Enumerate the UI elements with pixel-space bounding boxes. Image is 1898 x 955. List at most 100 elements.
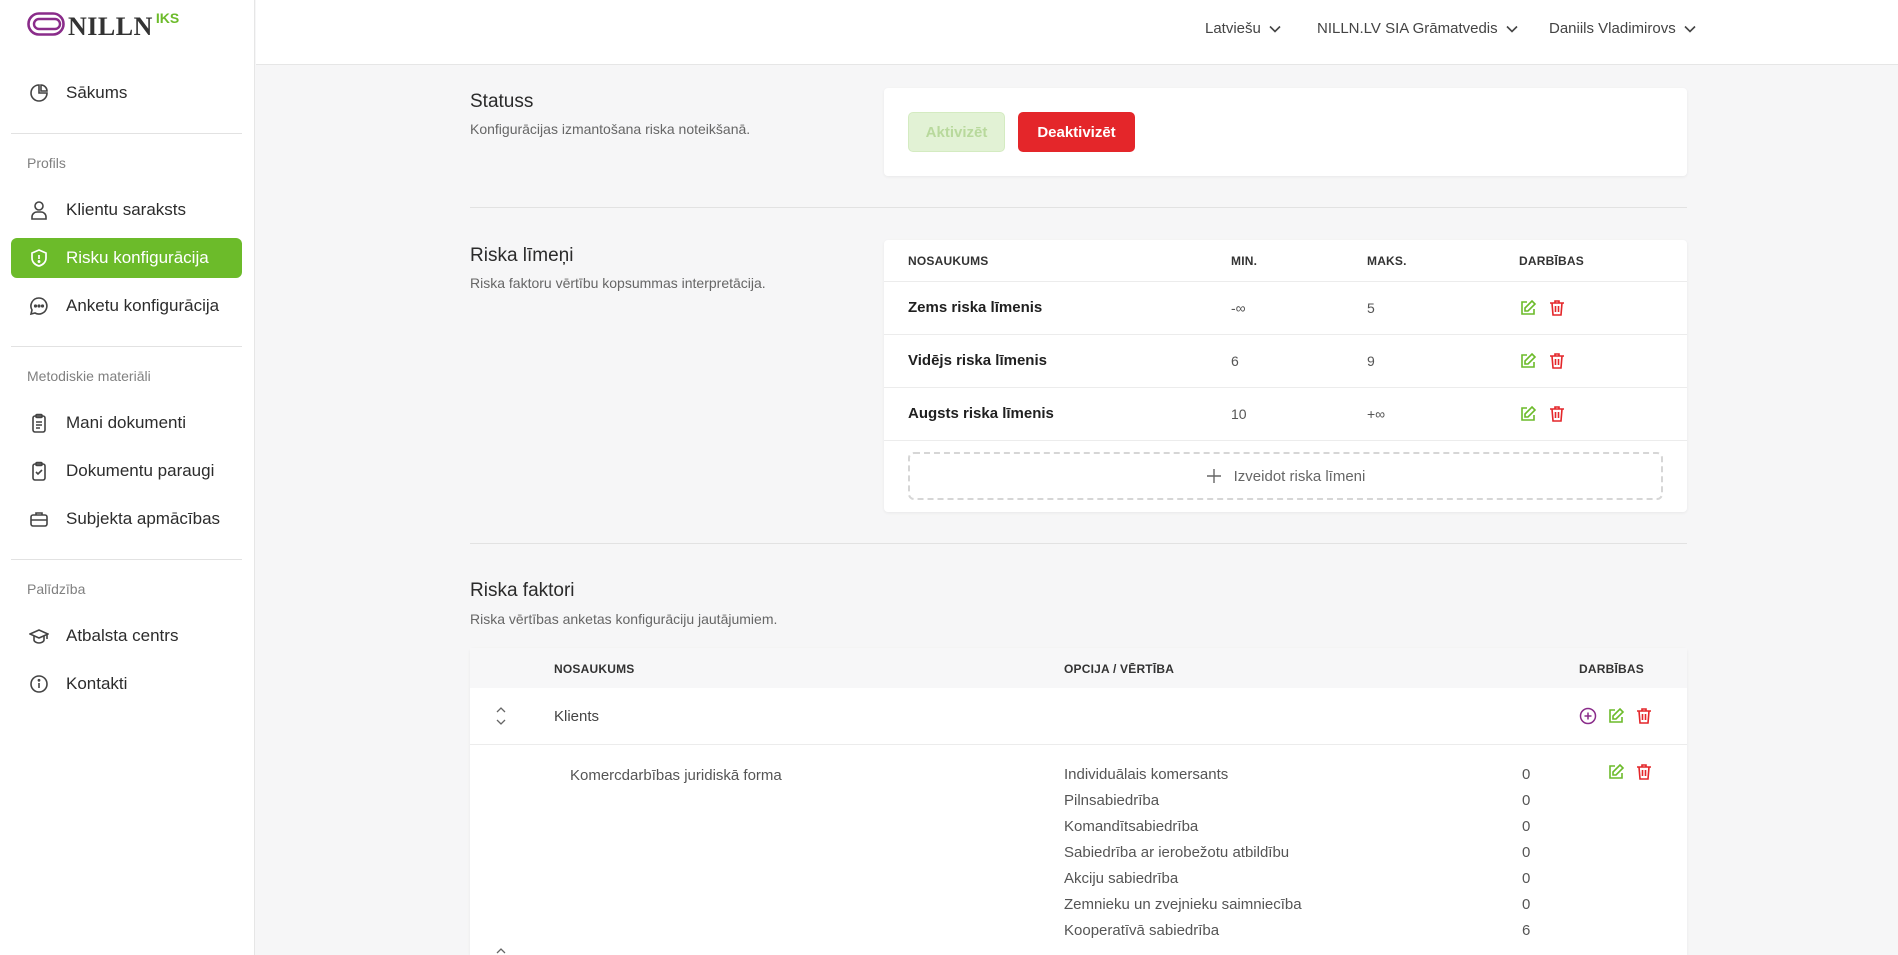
column-header-option: Opcija / vērtība xyxy=(1064,662,1175,676)
sidebar-item-my-documents[interactable]: Mani dokumenti xyxy=(11,403,242,443)
sidebar-item-label: Sākums xyxy=(66,83,128,102)
risk-level-min: 6 xyxy=(1231,353,1239,369)
user-dropdown[interactable]: Daniils Vladimirovs xyxy=(1549,20,1696,37)
create-risk-level-label: Izveidot riska līmeni xyxy=(1233,467,1366,485)
clipboard-check-icon xyxy=(28,460,50,482)
column-header-actions: Darbības xyxy=(1579,662,1644,676)
option-value: 0 xyxy=(1522,870,1531,887)
column-header-max: Maks. xyxy=(1367,254,1407,268)
option-label: Pilnsabiedrība xyxy=(1064,792,1160,809)
risk-level-max: 5 xyxy=(1367,300,1375,316)
sidebar-item-label: Subjekta apmācības xyxy=(66,509,221,528)
pie-chart-icon xyxy=(28,82,50,104)
logo-sub: IKS xyxy=(155,10,180,26)
risk-levels-table: Nosaukums Min. Maks. Darbības Zems riska… xyxy=(884,240,1687,512)
sidebar: NILLN IKS Sākums Profils Klientu sarakst… xyxy=(0,0,255,955)
graduation-cap-icon xyxy=(28,625,50,647)
edit-icon[interactable] xyxy=(1607,763,1625,781)
risk-level-max: +∞ xyxy=(1367,406,1386,422)
option-label: Sabiedrība ar ierobežotu atbildību xyxy=(1064,844,1290,861)
chevron-up-icon[interactable] xyxy=(495,947,507,955)
status-description: Konfigurācijas izmantošana riska noteikš… xyxy=(470,121,751,137)
user-label: Daniils Vladimirovs xyxy=(1549,20,1676,37)
risk-factors-title: Riska faktori xyxy=(470,580,575,601)
risk-level-max: 9 xyxy=(1367,353,1375,369)
status-title: Statuss xyxy=(470,91,534,112)
status-card: Aktivizēt Deaktivizēt xyxy=(884,88,1687,176)
briefcase-icon xyxy=(28,508,50,530)
logo-icon xyxy=(27,12,65,36)
delete-icon[interactable] xyxy=(1548,405,1566,423)
divider xyxy=(11,133,242,134)
table-header: Nosaukums Opcija / vērtība Darbības xyxy=(470,648,1687,688)
create-risk-level-button[interactable]: Izveidot riska līmeni xyxy=(908,452,1663,500)
risk-level-name: Augsts riska līmenis xyxy=(908,405,1054,422)
option-label: Kooperatīvā sabiedrība xyxy=(1064,922,1220,939)
option-value: 0 xyxy=(1522,818,1531,835)
sidebar-item-risk-config[interactable]: Risku konfigurācija xyxy=(11,238,242,278)
factor-group-name: Klients xyxy=(554,708,600,725)
logo-brand: NILLN xyxy=(68,12,153,41)
column-header-min: Min. xyxy=(1231,254,1258,268)
divider xyxy=(11,346,242,347)
section-label-methodical: Metodiskie materiāli xyxy=(27,368,151,384)
chevron-down-icon xyxy=(1269,25,1281,33)
option-value: 0 xyxy=(1522,844,1531,861)
clipboard-list-icon xyxy=(28,412,50,434)
option-label: Zemnieku un zvejnieku saimniecība xyxy=(1064,896,1302,913)
sidebar-item-survey-config[interactable]: Anketu konfigurācija xyxy=(11,286,242,326)
section-label-profile: Profils xyxy=(27,155,66,171)
sidebar-item-contacts[interactable]: Kontakti xyxy=(11,664,242,704)
divider xyxy=(470,543,1687,544)
chevron-down-icon xyxy=(1506,25,1518,33)
language-dropdown[interactable]: Latviešu xyxy=(1205,20,1281,37)
info-icon xyxy=(28,673,50,695)
sidebar-item-clients[interactable]: Klientu saraksts xyxy=(11,190,242,230)
company-dropdown[interactable]: NILLN.LV SIA Grāmatvedis xyxy=(1317,20,1518,37)
risk-levels-title: Riska līmeņi xyxy=(470,245,574,266)
option-value: 0 xyxy=(1522,766,1531,783)
logo[interactable]: NILLN IKS xyxy=(27,8,179,44)
sidebar-item-label: Anketu konfigurācija xyxy=(66,296,220,315)
sidebar-item-subject-training[interactable]: Subjekta apmācības xyxy=(11,499,242,539)
edit-icon[interactable] xyxy=(1519,405,1537,423)
risk-factors-description: Riska vērtības anketas konfigurāciju jau… xyxy=(470,611,778,627)
sort-chevrons-icon[interactable] xyxy=(495,705,507,727)
risk-level-min: -∞ xyxy=(1231,300,1246,316)
delete-icon[interactable] xyxy=(1635,707,1653,725)
activate-button[interactable]: Aktivizēt xyxy=(908,112,1005,152)
section-label-help: Palīdzība xyxy=(27,581,86,597)
sidebar-item-support-center[interactable]: Atbalsta centrs xyxy=(11,616,242,656)
table-row: Zems riska līmenis -∞ 5 xyxy=(884,281,1687,334)
option-label: Individuālais komersants xyxy=(1064,766,1229,783)
deactivate-button[interactable]: Deaktivizēt xyxy=(1018,112,1135,152)
risk-factors-table: Nosaukums Opcija / vērtība Darbības Klie… xyxy=(470,648,1687,955)
factor-question-name: Komercdarbības juridiskā forma xyxy=(570,767,782,784)
risk-level-min: 10 xyxy=(1231,406,1247,422)
edit-icon[interactable] xyxy=(1519,352,1537,370)
company-label: NILLN.LV SIA Grāmatvedis xyxy=(1317,20,1498,37)
edit-icon[interactable] xyxy=(1519,299,1537,317)
delete-icon[interactable] xyxy=(1548,299,1566,317)
user-icon xyxy=(28,199,50,221)
column-header-name: Nosaukums xyxy=(554,662,635,676)
chat-icon xyxy=(28,295,50,317)
sidebar-item-label: Kontakti xyxy=(66,674,128,693)
column-header-name: Nosaukums xyxy=(908,254,989,268)
sidebar-item-label: Klientu saraksts xyxy=(66,200,186,219)
sidebar-item-label: Atbalsta centrs xyxy=(66,626,179,645)
delete-icon[interactable] xyxy=(1548,352,1566,370)
option-value: 0 xyxy=(1522,896,1531,913)
language-label: Latviešu xyxy=(1205,20,1261,37)
edit-icon[interactable] xyxy=(1607,707,1625,725)
divider xyxy=(11,559,242,560)
plus-icon xyxy=(1206,469,1221,483)
sidebar-item-home[interactable]: Sākums xyxy=(11,73,242,113)
delete-icon[interactable] xyxy=(1635,763,1653,781)
add-circle-icon[interactable] xyxy=(1579,707,1597,725)
sidebar-item-document-templates[interactable]: Dokumentu paraugi xyxy=(11,451,242,491)
sidebar-item-label: Risku konfigurācija xyxy=(66,248,209,267)
option-value: 6 xyxy=(1522,922,1531,939)
topbar: Latviešu NILLN.LV SIA Grāmatvedis Daniil… xyxy=(256,0,1898,65)
option-label: Komandītsabiedrība xyxy=(1064,818,1199,835)
